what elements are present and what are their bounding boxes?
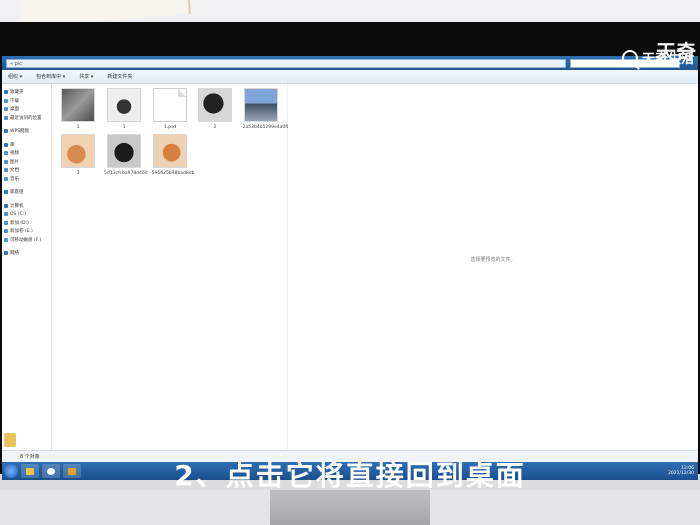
nav-item-label: 网络 xyxy=(10,251,19,257)
location-icon xyxy=(4,107,8,112)
nav-item[interactable]: 下载 xyxy=(2,97,51,106)
file-name: -2a53b4b5299e4a0fb xyxy=(241,125,290,130)
location-icon xyxy=(4,176,8,181)
file-name: 3 xyxy=(76,171,80,176)
nav-item-label: 最近访问的位置 xyxy=(10,115,42,121)
file-item[interactable]: -2a53b4b5299e4a0fb xyxy=(241,88,290,130)
address-input[interactable]: « pic xyxy=(6,58,566,68)
nav-item[interactable]: OS (C:) xyxy=(2,210,51,219)
nav-item[interactable]: 新加卷 (E:) xyxy=(2,227,51,236)
file-name: 5d13cfcba978d46d xyxy=(104,171,148,176)
file-name: 1 xyxy=(76,125,80,130)
nav-item-label: 家庭组 xyxy=(10,190,24,196)
monitor: 天奇生活 天奇 « pic 组织 ▾ 包含到库中 ▾ 共享 ▾ 新建文件夹 收藏夹下载… xyxy=(0,22,700,480)
group-icon xyxy=(4,190,8,195)
location-icon xyxy=(4,115,8,120)
video-subtitle: 2、点击它将直接回到桌面 xyxy=(174,459,526,492)
nav-item[interactable]: 新加 (D:) xyxy=(2,219,51,228)
location-icon xyxy=(4,229,8,234)
nav-item-label: 可移动磁盘 (F:) xyxy=(10,237,42,243)
nav-item[interactable]: 可移动磁盘 (F:) xyxy=(2,236,51,245)
nav-item[interactable]: 网络 xyxy=(2,249,51,258)
file-item[interactable]: 5d13cfcba978d46d xyxy=(104,134,148,176)
nav-item[interactable]: 视频 xyxy=(2,149,51,158)
nav-item-label: 音乐 xyxy=(10,176,19,182)
toolbar-item-0[interactable]: 组织 ▾ xyxy=(8,73,22,80)
image-thumbnail xyxy=(61,134,95,168)
file-item[interactable]: 1 xyxy=(104,88,144,130)
location-icon xyxy=(4,168,8,173)
nav-item-label: 文档 xyxy=(10,168,19,174)
watermark: 天奇生活 天奇 xyxy=(621,40,696,67)
nav-item-label: 视频 xyxy=(10,151,19,157)
nav-item-label: 图片 xyxy=(10,159,19,165)
location-icon xyxy=(4,159,8,164)
nav-item-label: OS (C:) xyxy=(10,211,26,217)
file-name: 2 xyxy=(213,125,217,130)
nav-item-label: 新加卷 (E:) xyxy=(10,229,33,235)
toolbar: 组织 ▾ 包含到库中 ▾ 共享 ▾ 新建文件夹 xyxy=(2,70,698,84)
nav-item-label: 桌面 xyxy=(10,107,19,113)
nav-item[interactable]: 家庭组 xyxy=(2,188,51,197)
nav-item-label: 下载 xyxy=(10,98,19,104)
nav-item[interactable]: 收藏夹 xyxy=(2,88,51,97)
page-fold-icon xyxy=(178,89,186,97)
computer-screen: « pic 组织 ▾ 包含到库中 ▾ 共享 ▾ 新建文件夹 收藏夹下载桌面最近访问的位… xyxy=(2,56,698,480)
group-icon xyxy=(4,203,8,208)
image-thumbnail xyxy=(107,88,141,122)
watermark-logo-icon xyxy=(621,49,638,66)
monitor-stand xyxy=(270,490,430,525)
group-icon xyxy=(4,129,8,134)
file-item[interactable]: 1 xyxy=(58,88,98,130)
file-item[interactable]: -596625b98bad8db xyxy=(150,134,195,176)
navigation-pane: 收藏夹下载桌面最近访问的位置 WPS网盘库视频图片文档音乐家庭组计算机 OS (C:… xyxy=(2,84,52,450)
nav-item[interactable]: 桌面 xyxy=(2,105,51,114)
address-bar: « pic xyxy=(2,56,698,70)
location-icon xyxy=(4,212,8,217)
nav-item[interactable]: 最近访问的位置 xyxy=(2,114,51,123)
photo-scene: 天奇生活 天奇 « pic 组织 ▾ 包含到库中 ▾ 共享 ▾ 新建文件夹 收藏夹下载… xyxy=(0,0,700,525)
location-icon xyxy=(4,220,8,225)
nav-item[interactable]: WPS网盘 xyxy=(2,127,51,136)
toolbar-item-2[interactable]: 共享 ▾ xyxy=(79,73,93,80)
toolbar-item-1[interactable]: 包含到库中 ▾ xyxy=(36,73,65,80)
nav-item-label: 新加 (D:) xyxy=(10,220,29,226)
file-item[interactable]: 3 xyxy=(58,134,98,176)
group-icon xyxy=(4,251,8,256)
watermark-corner-text: 天奇 xyxy=(656,40,696,64)
explorer-body: 收藏夹下载桌面最近访问的位置 WPS网盘库视频图片文档音乐家庭组计算机 OS (C:… xyxy=(2,84,698,450)
file-item[interactable]: 2 xyxy=(195,88,235,130)
nav-item[interactable]: 库 xyxy=(2,141,51,150)
document-icon xyxy=(153,88,187,122)
image-thumbnail xyxy=(198,88,232,122)
nav-item-label: WPS网盘 xyxy=(10,129,30,135)
image-thumbnail xyxy=(107,134,141,168)
file-list: 1 1 1.psd 2 -2a53b4b5299e4a0fb 3 5d13cfcba978d… xyxy=(52,84,290,450)
image-thumbnail xyxy=(244,88,278,122)
nav-item-label: 收藏夹 xyxy=(10,90,24,96)
file-name: -596625b98bad8db xyxy=(150,171,195,176)
preview-pane: 选择要预览的文件。 xyxy=(288,84,698,450)
toolbar-item-3[interactable]: 新建文件夹 xyxy=(107,73,132,80)
file-item[interactable]: 1.psd xyxy=(150,88,190,130)
nav-item-label: 库 xyxy=(10,142,15,148)
nav-item[interactable]: 图片 xyxy=(2,158,51,167)
group-icon xyxy=(4,142,8,147)
folder-icon xyxy=(4,433,16,447)
file-name: 1.psd xyxy=(163,125,177,130)
nav-item[interactable]: 计算机 xyxy=(2,202,51,211)
nav-item-label: 计算机 xyxy=(10,203,24,209)
file-name: 1 xyxy=(122,125,126,130)
image-thumbnail xyxy=(153,134,187,168)
nav-item[interactable]: 音乐 xyxy=(2,175,51,184)
location-icon xyxy=(4,98,8,103)
group-icon xyxy=(4,90,8,95)
nav-item[interactable]: 文档 xyxy=(2,166,51,175)
preview-hint: 选择要预览的文件。 xyxy=(470,257,516,264)
location-icon xyxy=(4,237,8,242)
image-thumbnail xyxy=(61,88,95,122)
location-icon xyxy=(4,151,8,156)
